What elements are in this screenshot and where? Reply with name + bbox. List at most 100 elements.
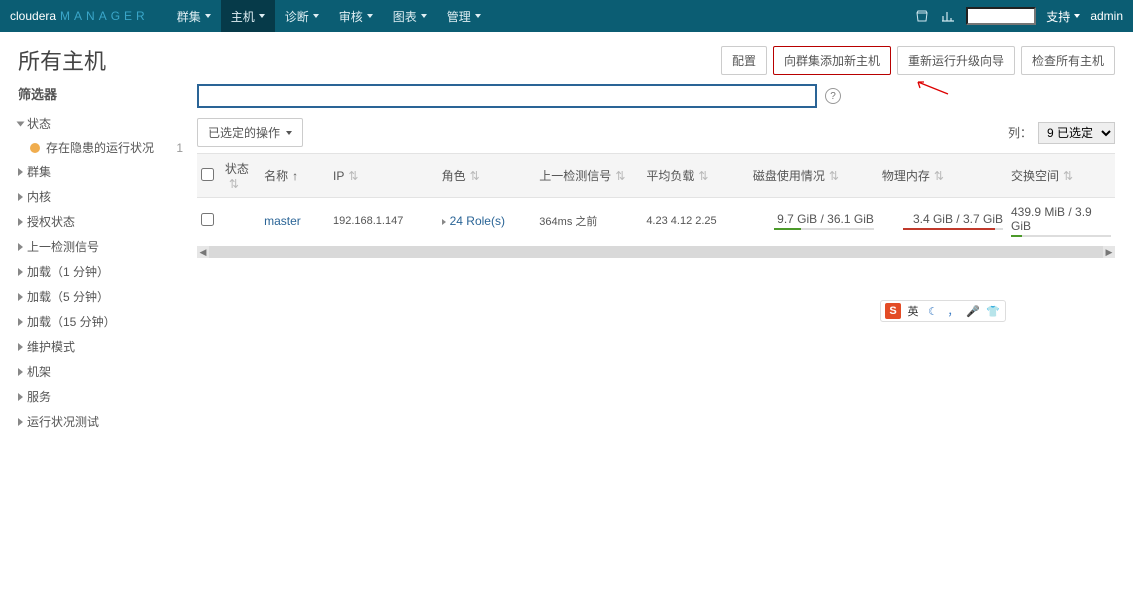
- filter-section-label: 状态: [27, 115, 51, 132]
- skin-icon[interactable]: 👕: [985, 303, 1001, 319]
- sort-icon[interactable]: ⇅: [615, 169, 625, 183]
- memory-usage-text: 3.4 GiB / 3.7 GiB: [913, 212, 1003, 226]
- roles-link[interactable]: 24 Role(s): [450, 214, 505, 228]
- ime-lang-label: 英: [905, 303, 921, 319]
- selected-actions-label: 已选定的操作: [208, 124, 280, 141]
- nav-item-5[interactable]: 管理: [437, 0, 491, 32]
- col-header[interactable]: 名称 ↑: [260, 154, 329, 198]
- filter-section[interactable]: 加载（15 分钟）: [18, 309, 183, 334]
- comma-icon[interactable]: ，: [945, 303, 961, 319]
- chevron-right-icon: [18, 293, 23, 301]
- host-name-link[interactable]: master: [264, 214, 301, 228]
- filter-section[interactable]: 维护模式: [18, 334, 183, 359]
- sort-icon[interactable]: ⇅: [229, 177, 239, 191]
- inspect-hosts-button[interactable]: 检查所有主机: [1021, 46, 1115, 75]
- global-search-input[interactable]: [966, 7, 1036, 25]
- columns-label: 列：: [1008, 124, 1032, 141]
- configure-button[interactable]: 配置: [721, 46, 767, 75]
- filter-section-label: 服务: [27, 388, 51, 405]
- nav-item-2[interactable]: 诊断: [275, 0, 329, 32]
- host-ip: 192.168.1.147: [329, 198, 438, 245]
- selected-actions-button[interactable]: 已选定的操作: [197, 118, 303, 147]
- filter-section[interactable]: 授权状态: [18, 209, 183, 234]
- filter-section-status[interactable]: 状态: [18, 111, 183, 136]
- filter-item-concerning[interactable]: 存在隐患的运行状况 1: [18, 136, 183, 159]
- horizontal-scrollbar[interactable]: ◀ ▶: [197, 246, 1115, 258]
- filter-section[interactable]: 加载（1 分钟）: [18, 259, 183, 284]
- annotation-arrow: [910, 78, 950, 98]
- chevron-right-icon: [18, 218, 23, 226]
- nav-item-4[interactable]: 图表: [383, 0, 437, 32]
- nav-item-label: 图表: [393, 8, 417, 25]
- brand-logo[interactable]: cloudera MANAGER: [10, 9, 149, 23]
- sort-icon[interactable]: ⇅: [348, 169, 358, 183]
- support-menu[interactable]: 支持: [1046, 8, 1080, 25]
- caret-down-icon: [367, 14, 373, 18]
- status-dot-icon: [30, 143, 40, 153]
- nav-item-3[interactable]: 审核: [329, 0, 383, 32]
- col-header[interactable]: 角色⇅: [438, 154, 536, 198]
- host-search-input[interactable]: [197, 84, 817, 108]
- col-header-label: 名称: [264, 169, 288, 183]
- scroll-thumb[interactable]: [209, 246, 1103, 258]
- chevron-right-icon: [442, 219, 446, 225]
- col-header[interactable]: 上一检测信号 ⇅: [535, 154, 642, 198]
- sort-icon[interactable]: ⇅: [698, 169, 708, 183]
- filter-section[interactable]: 上一检测信号: [18, 234, 183, 259]
- sort-icon[interactable]: ⇅: [829, 169, 839, 183]
- graph-icon[interactable]: [940, 8, 956, 24]
- chevron-right-icon: [18, 418, 23, 426]
- nav-item-label: 主机: [231, 8, 255, 25]
- rerun-upgrade-button[interactable]: 重新运行升级向导: [897, 46, 1015, 75]
- col-header[interactable]: 交换空间 ⇅: [1007, 154, 1115, 198]
- filter-section-label: 授权状态: [27, 213, 75, 230]
- col-header-label: 平均负载: [646, 169, 694, 183]
- col-header[interactable]: 磁盘使用情况⇅: [749, 154, 878, 198]
- filter-item-label: 存在隐患的运行状况: [46, 139, 154, 156]
- filter-section[interactable]: 加载（5 分钟）: [18, 284, 183, 309]
- moon-icon[interactable]: ☾: [925, 303, 941, 319]
- col-header-label: 上一检测信号: [539, 169, 611, 183]
- filter-section-label: 加载（1 分钟）: [27, 263, 109, 280]
- row-checkbox[interactable]: [201, 213, 214, 226]
- select-all-checkbox[interactable]: [201, 168, 214, 181]
- filter-section[interactable]: 运行状况测试: [18, 409, 183, 434]
- admin-menu[interactable]: admin: [1090, 9, 1123, 23]
- caret-down-icon: [1074, 14, 1080, 18]
- columns-select[interactable]: 9 已选定: [1038, 122, 1115, 144]
- col-header[interactable]: [197, 154, 221, 198]
- filter-section-label: 群集: [27, 163, 51, 180]
- col-header[interactable]: IP⇅: [329, 154, 438, 198]
- ime-widget[interactable]: S 英 ☾ ， 🎤 👕: [880, 300, 1006, 322]
- sort-icon[interactable]: ↑: [292, 169, 298, 183]
- disk-usage-text: 9.7 GiB / 36.1 GiB: [777, 212, 874, 226]
- nav-item-0[interactable]: 群集: [167, 0, 221, 32]
- filter-section[interactable]: 内核: [18, 184, 183, 209]
- filter-section-label: 机架: [27, 363, 51, 380]
- page-title: 所有主机: [18, 44, 106, 76]
- col-header[interactable]: 状态⇅: [221, 154, 260, 198]
- nav-item-label: 诊断: [285, 8, 309, 25]
- scroll-left-icon[interactable]: ◀: [197, 246, 209, 258]
- caret-down-icon: [421, 14, 427, 18]
- filter-section[interactable]: 群集: [18, 159, 183, 184]
- chevron-right-icon: [18, 268, 23, 276]
- filter-section[interactable]: 服务: [18, 384, 183, 409]
- nav-item-label: 群集: [177, 8, 201, 25]
- filter-section[interactable]: 机架: [18, 359, 183, 384]
- sort-icon[interactable]: ⇅: [934, 169, 944, 183]
- sort-icon[interactable]: ⇅: [1063, 169, 1073, 183]
- add-hosts-button[interactable]: 向群集添加新主机: [773, 46, 891, 75]
- col-header-label: 物理内存: [882, 169, 930, 183]
- filter-heading: 筛选器: [18, 84, 183, 103]
- sort-icon[interactable]: ⇅: [470, 169, 480, 183]
- scroll-right-icon[interactable]: ▶: [1103, 246, 1115, 258]
- col-header-label: 交换空间: [1011, 169, 1059, 183]
- support-label: 支持: [1046, 8, 1070, 25]
- nav-item-1[interactable]: 主机: [221, 0, 275, 32]
- help-icon[interactable]: ?: [825, 88, 841, 104]
- mic-icon[interactable]: 🎤: [965, 303, 981, 319]
- parcels-icon[interactable]: [914, 8, 930, 24]
- col-header[interactable]: 平均负载 ⇅: [642, 154, 749, 198]
- col-header[interactable]: 物理内存 ⇅: [878, 154, 1007, 198]
